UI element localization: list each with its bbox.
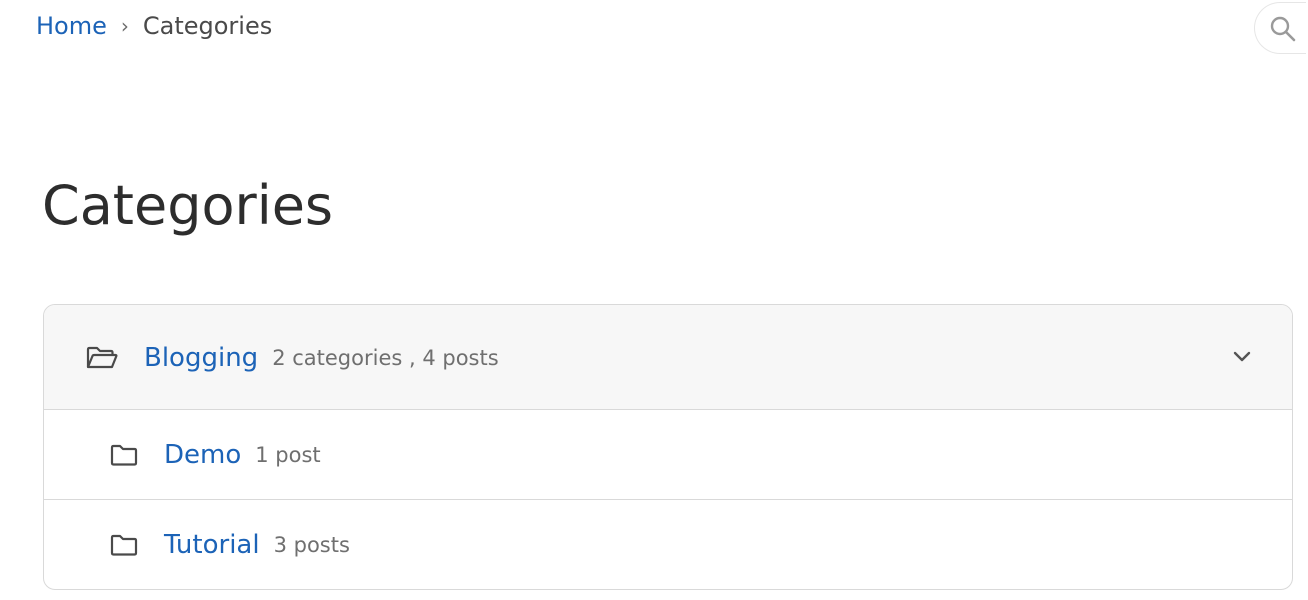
breadcrumb-current: Categories — [142, 12, 273, 40]
folder-icon — [110, 534, 138, 556]
chevron-down-icon[interactable] — [1230, 345, 1254, 369]
category-card: Blogging 2 categories , 4 posts Demo 1 p… — [43, 304, 1293, 590]
search-button[interactable] — [1254, 2, 1306, 54]
category-meta: 3 posts — [273, 533, 350, 557]
category-meta: 1 post — [255, 442, 321, 467]
breadcrumb-separator: › — [120, 14, 129, 38]
category-link-demo[interactable]: Demo — [164, 440, 241, 470]
category-link-blogging[interactable]: Blogging — [144, 343, 258, 373]
category-link-tutorial[interactable]: Tutorial — [164, 530, 260, 560]
search-icon — [1270, 16, 1296, 42]
page-title: Categories — [42, 174, 334, 237]
category-meta: 2 categories , 4 posts — [272, 345, 499, 370]
breadcrumb: Home › Categories — [36, 10, 272, 42]
list-item: Demo 1 post — [44, 410, 1292, 500]
top-bar: Home › Categories — [0, 0, 1308, 56]
list-item: Tutorial 3 posts — [44, 500, 1292, 589]
folder-icon — [110, 444, 138, 466]
category-header: Blogging 2 categories , 4 posts — [44, 305, 1292, 410]
breadcrumb-home-link[interactable]: Home — [36, 10, 107, 42]
folder-open-icon — [86, 346, 118, 370]
